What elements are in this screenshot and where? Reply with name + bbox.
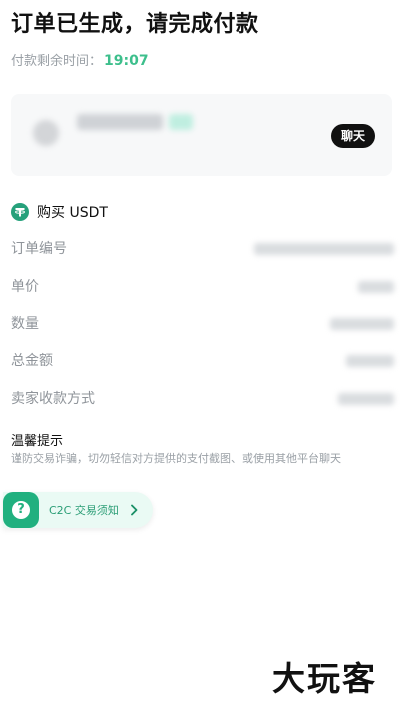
tips-text: 谨防交易诈骗，切勿轻信对方提供的支付截图、或使用其他平台聊天: [11, 452, 341, 465]
quantity-value-blurred: [330, 318, 394, 330]
timer-label: 付款剩余时间：: [11, 54, 103, 69]
seller-name-blurred: [77, 114, 163, 130]
question-icon: ?: [3, 492, 39, 528]
order-number-label: 订单编号: [11, 241, 67, 257]
payment-method-row: 卖家收款方式: [11, 389, 394, 409]
page-title: 订单已生成，请完成付款: [11, 12, 259, 37]
timer-countdown: 19:07: [104, 53, 149, 69]
seller-card: 聊天: [11, 94, 392, 176]
payment-method-label: 卖家收款方式: [11, 391, 95, 407]
seller-verified-badge: [169, 114, 193, 130]
total-amount-value-blurred: [346, 355, 394, 367]
chevron-right-icon: [130, 504, 138, 516]
tether-icon: [11, 203, 29, 221]
unit-price-label: 单价: [11, 279, 39, 295]
payment-timer: 付款剩余时间： 19:07: [11, 50, 149, 69]
payment-method-value-blurred[interactable]: [338, 393, 394, 405]
watermark: 大玩客: [272, 659, 377, 698]
order-number-row: 订单编号: [11, 239, 394, 259]
buy-asset-row: 购买 USDT: [11, 202, 108, 222]
total-amount-label: 总金额: [11, 353, 53, 369]
c2c-notice-label: C2C 交易须知: [49, 504, 119, 517]
total-amount-row: 总金额: [11, 351, 394, 371]
unit-price-value-blurred: [358, 281, 394, 293]
order-number-value-blurred[interactable]: [254, 243, 394, 255]
chat-button[interactable]: 聊天: [330, 124, 375, 148]
quantity-label: 数量: [11, 316, 39, 332]
seller-avatar: [33, 120, 59, 146]
unit-price-row: 单价: [11, 277, 394, 297]
order-payment-page: 订单已生成，请完成付款 付款剩余时间： 19:07 聊天 购买 USDT 订单编号…: [0, 0, 405, 705]
buy-label: 购买 USDT: [37, 205, 108, 221]
c2c-notice-button[interactable]: ? C2C 交易须知: [3, 492, 153, 528]
quantity-row: 数量: [11, 314, 394, 334]
tips-title: 温馨提示: [11, 434, 64, 449]
